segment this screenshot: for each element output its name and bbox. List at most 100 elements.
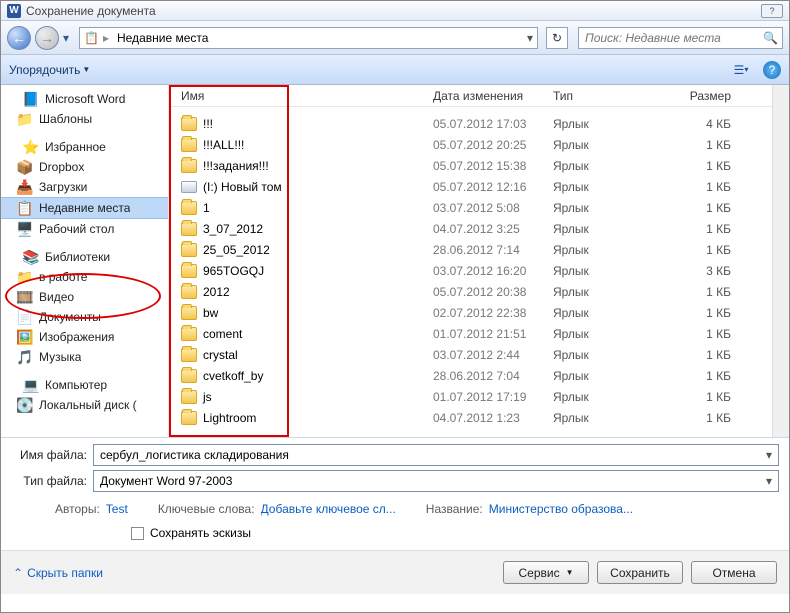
folder-icon: 📁 bbox=[17, 269, 33, 285]
sidebar-dropbox[interactable]: 📦Dropbox bbox=[1, 157, 168, 177]
file-type: Ярлык bbox=[553, 390, 683, 404]
file-name: 25_05_2012 bbox=[203, 243, 270, 257]
window-title: Сохранение документа bbox=[26, 4, 156, 18]
tools-button[interactable]: Сервис▼ bbox=[503, 561, 589, 584]
sidebar-pictures[interactable]: 🖼️Изображения bbox=[1, 327, 168, 347]
file-size: 4 КБ bbox=[683, 117, 743, 131]
file-size: 1 КБ bbox=[683, 159, 743, 173]
toolbar: Упорядочить ▼ ☰▾ ? bbox=[1, 55, 789, 85]
filename-input[interactable]: сербул_логистика складирования▾ bbox=[93, 444, 779, 466]
sidebar-music[interactable]: 🎵Музыка bbox=[1, 347, 168, 367]
folder-icon bbox=[181, 285, 197, 299]
file-name: (I:) Новый том bbox=[203, 180, 282, 194]
file-name: 965TOGQJ bbox=[203, 264, 264, 278]
doc-title-value[interactable]: Министерство образова... bbox=[489, 502, 633, 516]
chevron-right-icon: ▸ bbox=[103, 31, 109, 45]
folder-icon bbox=[181, 201, 197, 215]
file-row[interactable]: 201205.07.2012 20:38Ярлык1 КБ bbox=[169, 281, 772, 302]
file-row[interactable]: coment01.07.2012 21:51Ярлык1 КБ bbox=[169, 323, 772, 344]
sidebar-templates[interactable]: 📁Шаблоны bbox=[1, 109, 168, 129]
search-icon[interactable]: 🔍 bbox=[763, 31, 778, 45]
back-button[interactable]: ← bbox=[7, 26, 31, 50]
file-row[interactable]: crystal03.07.2012 2:44Ярлык1 КБ bbox=[169, 344, 772, 365]
file-type: Ярлык bbox=[553, 117, 683, 131]
col-type[interactable]: Тип bbox=[553, 89, 683, 103]
file-row[interactable]: Lightroom04.07.2012 1:23Ярлык1 КБ bbox=[169, 407, 772, 428]
file-name: !!!задания!!! bbox=[203, 159, 269, 173]
sidebar-favorites[interactable]: ⭐Избранное bbox=[1, 137, 168, 157]
help-icon-button[interactable]: ? bbox=[763, 61, 781, 79]
sidebar-computer[interactable]: 💻Компьютер bbox=[1, 375, 168, 395]
file-row[interactable]: 3_07_201204.07.2012 3:25Ярлык1 КБ bbox=[169, 218, 772, 239]
refresh-button[interactable]: ↻ bbox=[546, 27, 568, 49]
file-name: !!!ALL!!! bbox=[203, 138, 244, 152]
file-row[interactable]: 965TOGQJ03.07.2012 16:20Ярлык3 КБ bbox=[169, 260, 772, 281]
col-size[interactable]: Размер bbox=[683, 89, 743, 103]
search-input[interactable] bbox=[583, 30, 759, 46]
file-date: 05.07.2012 20:25 bbox=[433, 138, 553, 152]
file-name: 2012 bbox=[203, 285, 230, 299]
sidebar-documents[interactable]: 📄Документы bbox=[1, 307, 168, 327]
address-dropdown-icon[interactable]: ▾ bbox=[527, 31, 533, 45]
file-size: 1 КБ bbox=[683, 369, 743, 383]
file-row[interactable]: bw02.07.2012 22:38Ярлык1 КБ bbox=[169, 302, 772, 323]
filetype-select[interactable]: Документ Word 97-2003▾ bbox=[93, 470, 779, 492]
save-thumbnails-label: Сохранять эскизы bbox=[150, 526, 251, 540]
file-type: Ярлык bbox=[553, 327, 683, 341]
file-date: 04.07.2012 1:23 bbox=[433, 411, 553, 425]
file-type: Ярлык bbox=[553, 369, 683, 383]
hide-folders-link[interactable]: Скрыть папки bbox=[27, 566, 103, 580]
file-row[interactable]: (I:) Новый том05.07.2012 12:16Ярлык1 КБ bbox=[169, 176, 772, 197]
file-name: coment bbox=[203, 327, 242, 341]
sidebar-word[interactable]: 📘Microsoft Word bbox=[1, 89, 168, 109]
breadcrumb-location[interactable]: Недавние места bbox=[113, 31, 212, 45]
save-thumbnails-checkbox[interactable] bbox=[131, 527, 144, 540]
col-name[interactable]: Имя bbox=[181, 89, 433, 103]
music-icon: 🎵 bbox=[17, 349, 33, 365]
save-button[interactable]: Сохранить bbox=[597, 561, 683, 584]
sidebar-recent-places[interactable]: 📋Недавние места bbox=[1, 197, 168, 219]
col-date[interactable]: Дата изменения bbox=[433, 89, 553, 103]
organize-button[interactable]: Упорядочить bbox=[9, 63, 80, 77]
scrollbar[interactable] bbox=[772, 85, 789, 437]
sidebar-downloads[interactable]: 📥Загрузки bbox=[1, 177, 168, 197]
chevron-down-icon[interactable]: ▾ bbox=[766, 474, 772, 488]
computer-icon: 💻 bbox=[23, 377, 39, 393]
file-size: 1 КБ bbox=[683, 222, 743, 236]
cancel-button[interactable]: Отмена bbox=[691, 561, 777, 584]
chevron-down-icon[interactable]: ▾ bbox=[766, 448, 772, 462]
view-button[interactable]: ☰▾ bbox=[729, 60, 753, 80]
search-box[interactable]: 🔍 bbox=[578, 27, 783, 49]
file-row[interactable]: !!!ALL!!!05.07.2012 20:25Ярлык1 КБ bbox=[169, 134, 772, 155]
file-row[interactable]: !!!05.07.2012 17:03Ярлык4 КБ bbox=[169, 113, 772, 134]
sidebar-work[interactable]: 📁в работе bbox=[1, 267, 168, 287]
sidebar-libraries[interactable]: 📚Библиотеки bbox=[1, 247, 168, 267]
history-dropdown[interactable]: ▾ bbox=[63, 31, 75, 45]
collapse-icon[interactable]: ⌃ bbox=[13, 566, 23, 580]
file-row[interactable]: 25_05_201228.06.2012 7:14Ярлык1 КБ bbox=[169, 239, 772, 260]
file-row[interactable]: !!!задания!!!05.07.2012 15:38Ярлык1 КБ bbox=[169, 155, 772, 176]
video-icon: 🎞️ bbox=[17, 289, 33, 305]
sidebar-desktop[interactable]: 🖥️Рабочий стол bbox=[1, 219, 168, 239]
keywords-value[interactable]: Добавьте ключевое сл... bbox=[261, 502, 396, 516]
sidebar-video[interactable]: 🎞️Видео bbox=[1, 287, 168, 307]
dropbox-icon: 📦 bbox=[17, 159, 33, 175]
file-type: Ярлык bbox=[553, 159, 683, 173]
sidebar-local-disk[interactable]: 💽Локальный диск ( bbox=[1, 395, 168, 415]
chevron-down-icon[interactable]: ▼ bbox=[82, 65, 90, 74]
file-size: 1 КБ bbox=[683, 306, 743, 320]
file-list[interactable]: Имя Дата изменения Тип Размер !!!05.07.2… bbox=[169, 85, 772, 437]
file-row[interactable]: cvetkoff_by28.06.2012 7:04Ярлык1 КБ bbox=[169, 365, 772, 386]
help-button[interactable]: ? bbox=[761, 4, 783, 18]
file-date: 05.07.2012 20:38 bbox=[433, 285, 553, 299]
address-bar[interactable]: 📋 ▸ Недавние места ▾ bbox=[79, 27, 538, 49]
file-row[interactable]: js01.07.2012 17:19Ярлык1 КБ bbox=[169, 386, 772, 407]
file-date: 03.07.2012 16:20 bbox=[433, 264, 553, 278]
nav-row: ← → ▾ 📋 ▸ Недавние места ▾ ↻ 🔍 bbox=[1, 21, 789, 55]
file-type: Ярлык bbox=[553, 222, 683, 236]
forward-button[interactable]: → bbox=[35, 26, 59, 50]
downloads-icon: 📥 bbox=[17, 179, 33, 195]
file-row[interactable]: 103.07.2012 5:08Ярлык1 КБ bbox=[169, 197, 772, 218]
authors-value[interactable]: Test bbox=[106, 502, 128, 516]
chevron-down-icon: ▼ bbox=[566, 568, 574, 577]
